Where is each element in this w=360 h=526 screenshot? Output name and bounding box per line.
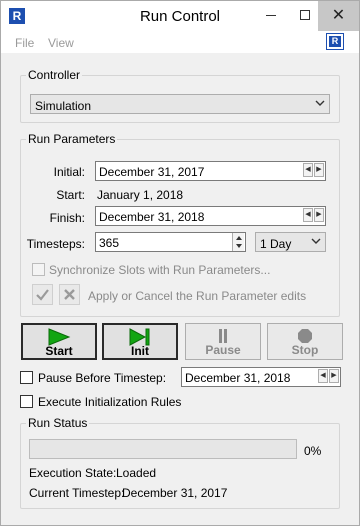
finish-prev-button[interactable]: ◀ (303, 208, 313, 222)
minimize-button[interactable] (254, 1, 288, 31)
execute-init-rules-label: Execute Initialization Rules (38, 395, 182, 409)
sync-slots-checkbox[interactable] (32, 263, 45, 276)
timestep-unit-select[interactable]: 1 Day (255, 232, 326, 252)
initial-next-button[interactable]: ▶ (314, 163, 324, 177)
pause-timestep-next-button[interactable]: ▶ (329, 369, 339, 383)
maximize-button[interactable] (288, 1, 322, 31)
pause-before-timestep-checkbox[interactable] (20, 371, 33, 384)
initial-prev-button[interactable]: ◀ (303, 163, 313, 177)
start-date-value: January 1, 2018 (97, 188, 184, 202)
stop-button-label: Stop (291, 343, 319, 357)
pause-timestep-field[interactable]: December 31, 2018 ◀ ▶ (181, 367, 341, 387)
close-icon: ✕ (331, 7, 346, 24)
execution-state-value: Loaded (116, 466, 157, 480)
check-icon (36, 289, 49, 301)
pause-before-timestep-label: Pause Before Timestep: (38, 371, 167, 385)
chevron-down-icon (311, 238, 321, 244)
close-button[interactable]: ✕ (318, 1, 359, 31)
run-progress-text: 0% (304, 444, 322, 458)
timesteps-spin-buttons[interactable] (232, 233, 244, 251)
timesteps-spinbox[interactable]: 365 (95, 232, 246, 252)
run-progress-bar (29, 439, 297, 459)
finish-next-button[interactable]: ▶ (314, 208, 324, 222)
spin-arrows-icon (236, 236, 242, 248)
execute-init-rules-checkbox[interactable] (20, 395, 33, 408)
x-icon (64, 289, 75, 300)
chevron-down-icon (315, 100, 325, 106)
initial-label: Initial: (53, 165, 85, 179)
execution-state-label: Execution State: (29, 466, 117, 480)
init-button[interactable]: Init (102, 323, 178, 360)
finish-date-value: December 31, 2018 (99, 210, 205, 224)
menu-file[interactable]: File (15, 36, 34, 50)
apply-edits-button[interactable] (32, 284, 53, 305)
initial-date-value: December 31, 2017 (99, 165, 205, 179)
finish-label: Finish: (49, 211, 85, 225)
menu-view[interactable]: View (48, 36, 74, 50)
run-parameters-title: Run Parameters (26, 132, 118, 146)
start-button-label: Start (45, 344, 73, 358)
controller-select[interactable]: Simulation (30, 94, 330, 114)
timesteps-label: Timesteps: (26, 237, 85, 251)
initial-date-field[interactable]: December 31, 2017 ◀ ▶ (95, 161, 326, 181)
timestep-unit-value: 1 Day (260, 237, 292, 251)
controller-select-value: Simulation (35, 99, 92, 113)
riverware-icon-button[interactable]: R (326, 33, 344, 50)
run-control-window: R Run Control ✕ File View R Controller S… (0, 0, 360, 526)
stop-button[interactable]: Stop (267, 323, 343, 360)
start-button[interactable]: Start (21, 323, 97, 360)
riverware-r-icon: R (329, 36, 341, 47)
init-button-label: Init (131, 344, 149, 358)
minimize-icon (266, 15, 276, 16)
finish-date-field[interactable]: December 31, 2018 ◀ ▶ (95, 206, 326, 226)
controller-group-title: Controller (26, 68, 83, 82)
menu-bar: File View R (1, 31, 359, 53)
pause-timestep-value: December 31, 2018 (185, 371, 291, 385)
pause-timestep-prev-button[interactable]: ◀ (318, 369, 328, 383)
sync-slots-label: Synchronize Slots with Run Parameters... (49, 263, 271, 277)
pause-button[interactable]: Pause (185, 323, 261, 360)
maximize-icon (300, 10, 310, 20)
cancel-edits-button[interactable] (59, 284, 80, 305)
title-bar: R Run Control ✕ (1, 1, 359, 31)
pause-button-label: Pause (205, 343, 241, 357)
apply-cancel-label: Apply or Cancel the Run Parameter edits (88, 289, 307, 303)
timesteps-value: 365 (99, 236, 120, 250)
current-timestep-value: December 31, 2017 (122, 486, 228, 500)
run-status-title: Run Status (26, 416, 90, 430)
current-timestep-label: Current Timestep: (29, 486, 125, 500)
start-label: Start: (56, 188, 85, 202)
controller-group: Controller Simulation (20, 68, 340, 123)
